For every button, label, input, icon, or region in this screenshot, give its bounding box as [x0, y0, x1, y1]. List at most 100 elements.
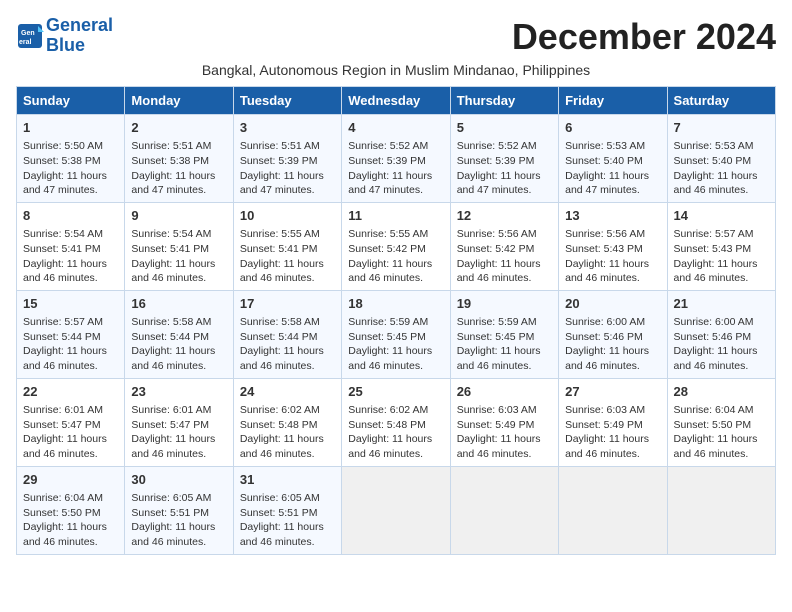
- day-info: Sunrise: 5:59 AMSunset: 5:45 PMDaylight:…: [348, 315, 443, 374]
- day-info: Sunrise: 5:57 AMSunset: 5:44 PMDaylight:…: [23, 315, 118, 374]
- day-number: 14: [674, 207, 769, 225]
- calendar-cell: [559, 466, 667, 554]
- day-number: 18: [348, 295, 443, 313]
- day-info: Sunrise: 5:51 AMSunset: 5:38 PMDaylight:…: [131, 139, 226, 198]
- calendar-cell: 5 Sunrise: 5:52 AMSunset: 5:39 PMDaylight…: [450, 115, 558, 203]
- calendar-cell: 27 Sunrise: 6:03 AMSunset: 5:49 PMDayligh…: [559, 378, 667, 466]
- day-number: 1: [23, 119, 118, 137]
- calendar-cell: [667, 466, 775, 554]
- calendar-cell: 2Sunrise: 5:51 AMSunset: 5:38 PMDaylight…: [125, 115, 233, 203]
- day-info: Sunrise: 5:57 AMSunset: 5:43 PMDaylight:…: [674, 227, 769, 286]
- day-number: 31: [240, 471, 335, 489]
- calendar-cell: [342, 466, 450, 554]
- day-number: 23: [131, 383, 226, 401]
- day-number: 20: [565, 295, 660, 313]
- day-number: 26: [457, 383, 552, 401]
- calendar-cell: 24 Sunrise: 6:02 AMSunset: 5:48 PMDayligh…: [233, 378, 341, 466]
- calendar-table: SundayMondayTuesdayWednesdayThursdayFrid…: [16, 86, 776, 555]
- day-number: 22: [23, 383, 118, 401]
- logo: Gen eral General Blue: [16, 16, 113, 56]
- day-number: 12: [457, 207, 552, 225]
- day-number: 29: [23, 471, 118, 489]
- calendar-cell: 4 Sunrise: 5:52 AMSunset: 5:39 PMDaylight…: [342, 115, 450, 203]
- day-info: Sunrise: 5:53 AMSunset: 5:40 PMDaylight:…: [674, 139, 769, 198]
- calendar-cell: 17 Sunrise: 5:58 AMSunset: 5:44 PMDayligh…: [233, 290, 341, 378]
- day-info: Sunrise: 6:01 AMSunset: 5:47 PMDaylight:…: [23, 403, 118, 462]
- logo-line2: Blue: [46, 35, 85, 55]
- day-info: Sunrise: 6:02 AMSunset: 5:48 PMDaylight:…: [240, 403, 335, 462]
- header-saturday: Saturday: [667, 87, 775, 115]
- header-monday: Monday: [125, 87, 233, 115]
- day-number: 11: [348, 207, 443, 225]
- calendar-cell: 10 Sunrise: 5:55 AMSunset: 5:41 PMDayligh…: [233, 202, 341, 290]
- calendar-cell: 20Sunrise: 6:00 AMSunset: 5:46 PMDayligh…: [559, 290, 667, 378]
- day-info: Sunrise: 6:02 AMSunset: 5:48 PMDaylight:…: [348, 403, 443, 462]
- calendar-cell: 21 Sunrise: 6:00 AMSunset: 5:46 PMDayligh…: [667, 290, 775, 378]
- logo-line1: General: [46, 15, 113, 35]
- day-info: Sunrise: 5:58 AMSunset: 5:44 PMDaylight:…: [240, 315, 335, 374]
- week-row-3: 15 Sunrise: 5:57 AMSunset: 5:44 PMDayligh…: [17, 290, 776, 378]
- day-info: Sunrise: 6:04 AMSunset: 5:50 PMDaylight:…: [674, 403, 769, 462]
- day-info: Sunrise: 6:03 AMSunset: 5:49 PMDaylight:…: [565, 403, 660, 462]
- calendar-cell: 16Sunrise: 5:58 AMSunset: 5:44 PMDayligh…: [125, 290, 233, 378]
- calendar-cell: [450, 466, 558, 554]
- day-info: Sunrise: 6:04 AMSunset: 5:50 PMDaylight:…: [23, 491, 118, 550]
- day-number: 5: [457, 119, 552, 137]
- day-number: 17: [240, 295, 335, 313]
- header-tuesday: Tuesday: [233, 87, 341, 115]
- day-info: Sunrise: 5:53 AMSunset: 5:40 PMDaylight:…: [565, 139, 660, 198]
- day-info: Sunrise: 6:03 AMSunset: 5:49 PMDaylight:…: [457, 403, 552, 462]
- day-number: 7: [674, 119, 769, 137]
- day-number: 27: [565, 383, 660, 401]
- calendar-cell: 26 Sunrise: 6:03 AMSunset: 5:49 PMDayligh…: [450, 378, 558, 466]
- calendar-cell: 6 Sunrise: 5:53 AMSunset: 5:40 PMDaylight…: [559, 115, 667, 203]
- svg-text:eral: eral: [19, 39, 32, 46]
- day-number: 21: [674, 295, 769, 313]
- calendar-cell: 19Sunrise: 5:59 AMSunset: 5:45 PMDayligh…: [450, 290, 558, 378]
- day-number: 6: [565, 119, 660, 137]
- calendar-cell: 18 Sunrise: 5:59 AMSunset: 5:45 PMDayligh…: [342, 290, 450, 378]
- day-number: 25: [348, 383, 443, 401]
- calendar-cell: 1 Sunrise: 5:50 AMSunset: 5:38 PMDaylight…: [17, 115, 125, 203]
- day-number: 19: [457, 295, 552, 313]
- calendar-cell: 15 Sunrise: 5:57 AMSunset: 5:44 PMDayligh…: [17, 290, 125, 378]
- day-info: Sunrise: 5:54 AMSunset: 5:41 PMDaylight:…: [23, 227, 118, 286]
- day-info: Sunrise: 5:54 AMSunset: 5:41 PMDaylight:…: [131, 227, 226, 286]
- calendar-cell: 25 Sunrise: 6:02 AMSunset: 5:48 PMDayligh…: [342, 378, 450, 466]
- day-number: 4: [348, 119, 443, 137]
- day-number: 10: [240, 207, 335, 225]
- day-info: Sunrise: 5:55 AMSunset: 5:41 PMDaylight:…: [240, 227, 335, 286]
- calendar-header-row: SundayMondayTuesdayWednesdayThursdayFrid…: [17, 87, 776, 115]
- logo-text: General Blue: [46, 16, 113, 56]
- day-info: Sunrise: 5:52 AMSunset: 5:39 PMDaylight:…: [348, 139, 443, 198]
- day-info: Sunrise: 6:00 AMSunset: 5:46 PMDaylight:…: [674, 315, 769, 374]
- header-friday: Friday: [559, 87, 667, 115]
- day-info: Sunrise: 6:05 AMSunset: 5:51 PMDaylight:…: [131, 491, 226, 550]
- day-info: Sunrise: 5:56 AMSunset: 5:43 PMDaylight:…: [565, 227, 660, 286]
- calendar-cell: 9Sunrise: 5:54 AMSunset: 5:41 PMDaylight…: [125, 202, 233, 290]
- calendar-cell: 14 Sunrise: 5:57 AMSunset: 5:43 PMDayligh…: [667, 202, 775, 290]
- calendar-cell: 3Sunrise: 5:51 AMSunset: 5:39 PMDaylight…: [233, 115, 341, 203]
- day-number: 13: [565, 207, 660, 225]
- day-number: 24: [240, 383, 335, 401]
- day-info: Sunrise: 6:01 AMSunset: 5:47 PMDaylight:…: [131, 403, 226, 462]
- day-number: 15: [23, 295, 118, 313]
- day-info: Sunrise: 5:51 AMSunset: 5:39 PMDaylight:…: [240, 139, 335, 198]
- day-info: Sunrise: 5:55 AMSunset: 5:42 PMDaylight:…: [348, 227, 443, 286]
- calendar-cell: 11 Sunrise: 5:55 AMSunset: 5:42 PMDayligh…: [342, 202, 450, 290]
- header-wednesday: Wednesday: [342, 87, 450, 115]
- header-thursday: Thursday: [450, 87, 558, 115]
- week-row-4: 22 Sunrise: 6:01 AMSunset: 5:47 PMDayligh…: [17, 378, 776, 466]
- week-row-5: 29 Sunrise: 6:04 AMSunset: 5:50 PMDayligh…: [17, 466, 776, 554]
- day-info: Sunrise: 5:52 AMSunset: 5:39 PMDaylight:…: [457, 139, 552, 198]
- month-title: December 2024: [512, 16, 776, 58]
- day-info: Sunrise: 5:50 AMSunset: 5:38 PMDaylight:…: [23, 139, 118, 198]
- svg-text:Gen: Gen: [21, 30, 35, 37]
- week-row-1: 1 Sunrise: 5:50 AMSunset: 5:38 PMDaylight…: [17, 115, 776, 203]
- day-number: 28: [674, 383, 769, 401]
- calendar-cell: 7 Sunrise: 5:53 AMSunset: 5:40 PMDaylight…: [667, 115, 775, 203]
- day-number: 8: [23, 207, 118, 225]
- week-row-2: 8 Sunrise: 5:54 AMSunset: 5:41 PMDaylight…: [17, 202, 776, 290]
- calendar-cell: 13 Sunrise: 5:56 AMSunset: 5:43 PMDayligh…: [559, 202, 667, 290]
- calendar-cell: 8 Sunrise: 5:54 AMSunset: 5:41 PMDaylight…: [17, 202, 125, 290]
